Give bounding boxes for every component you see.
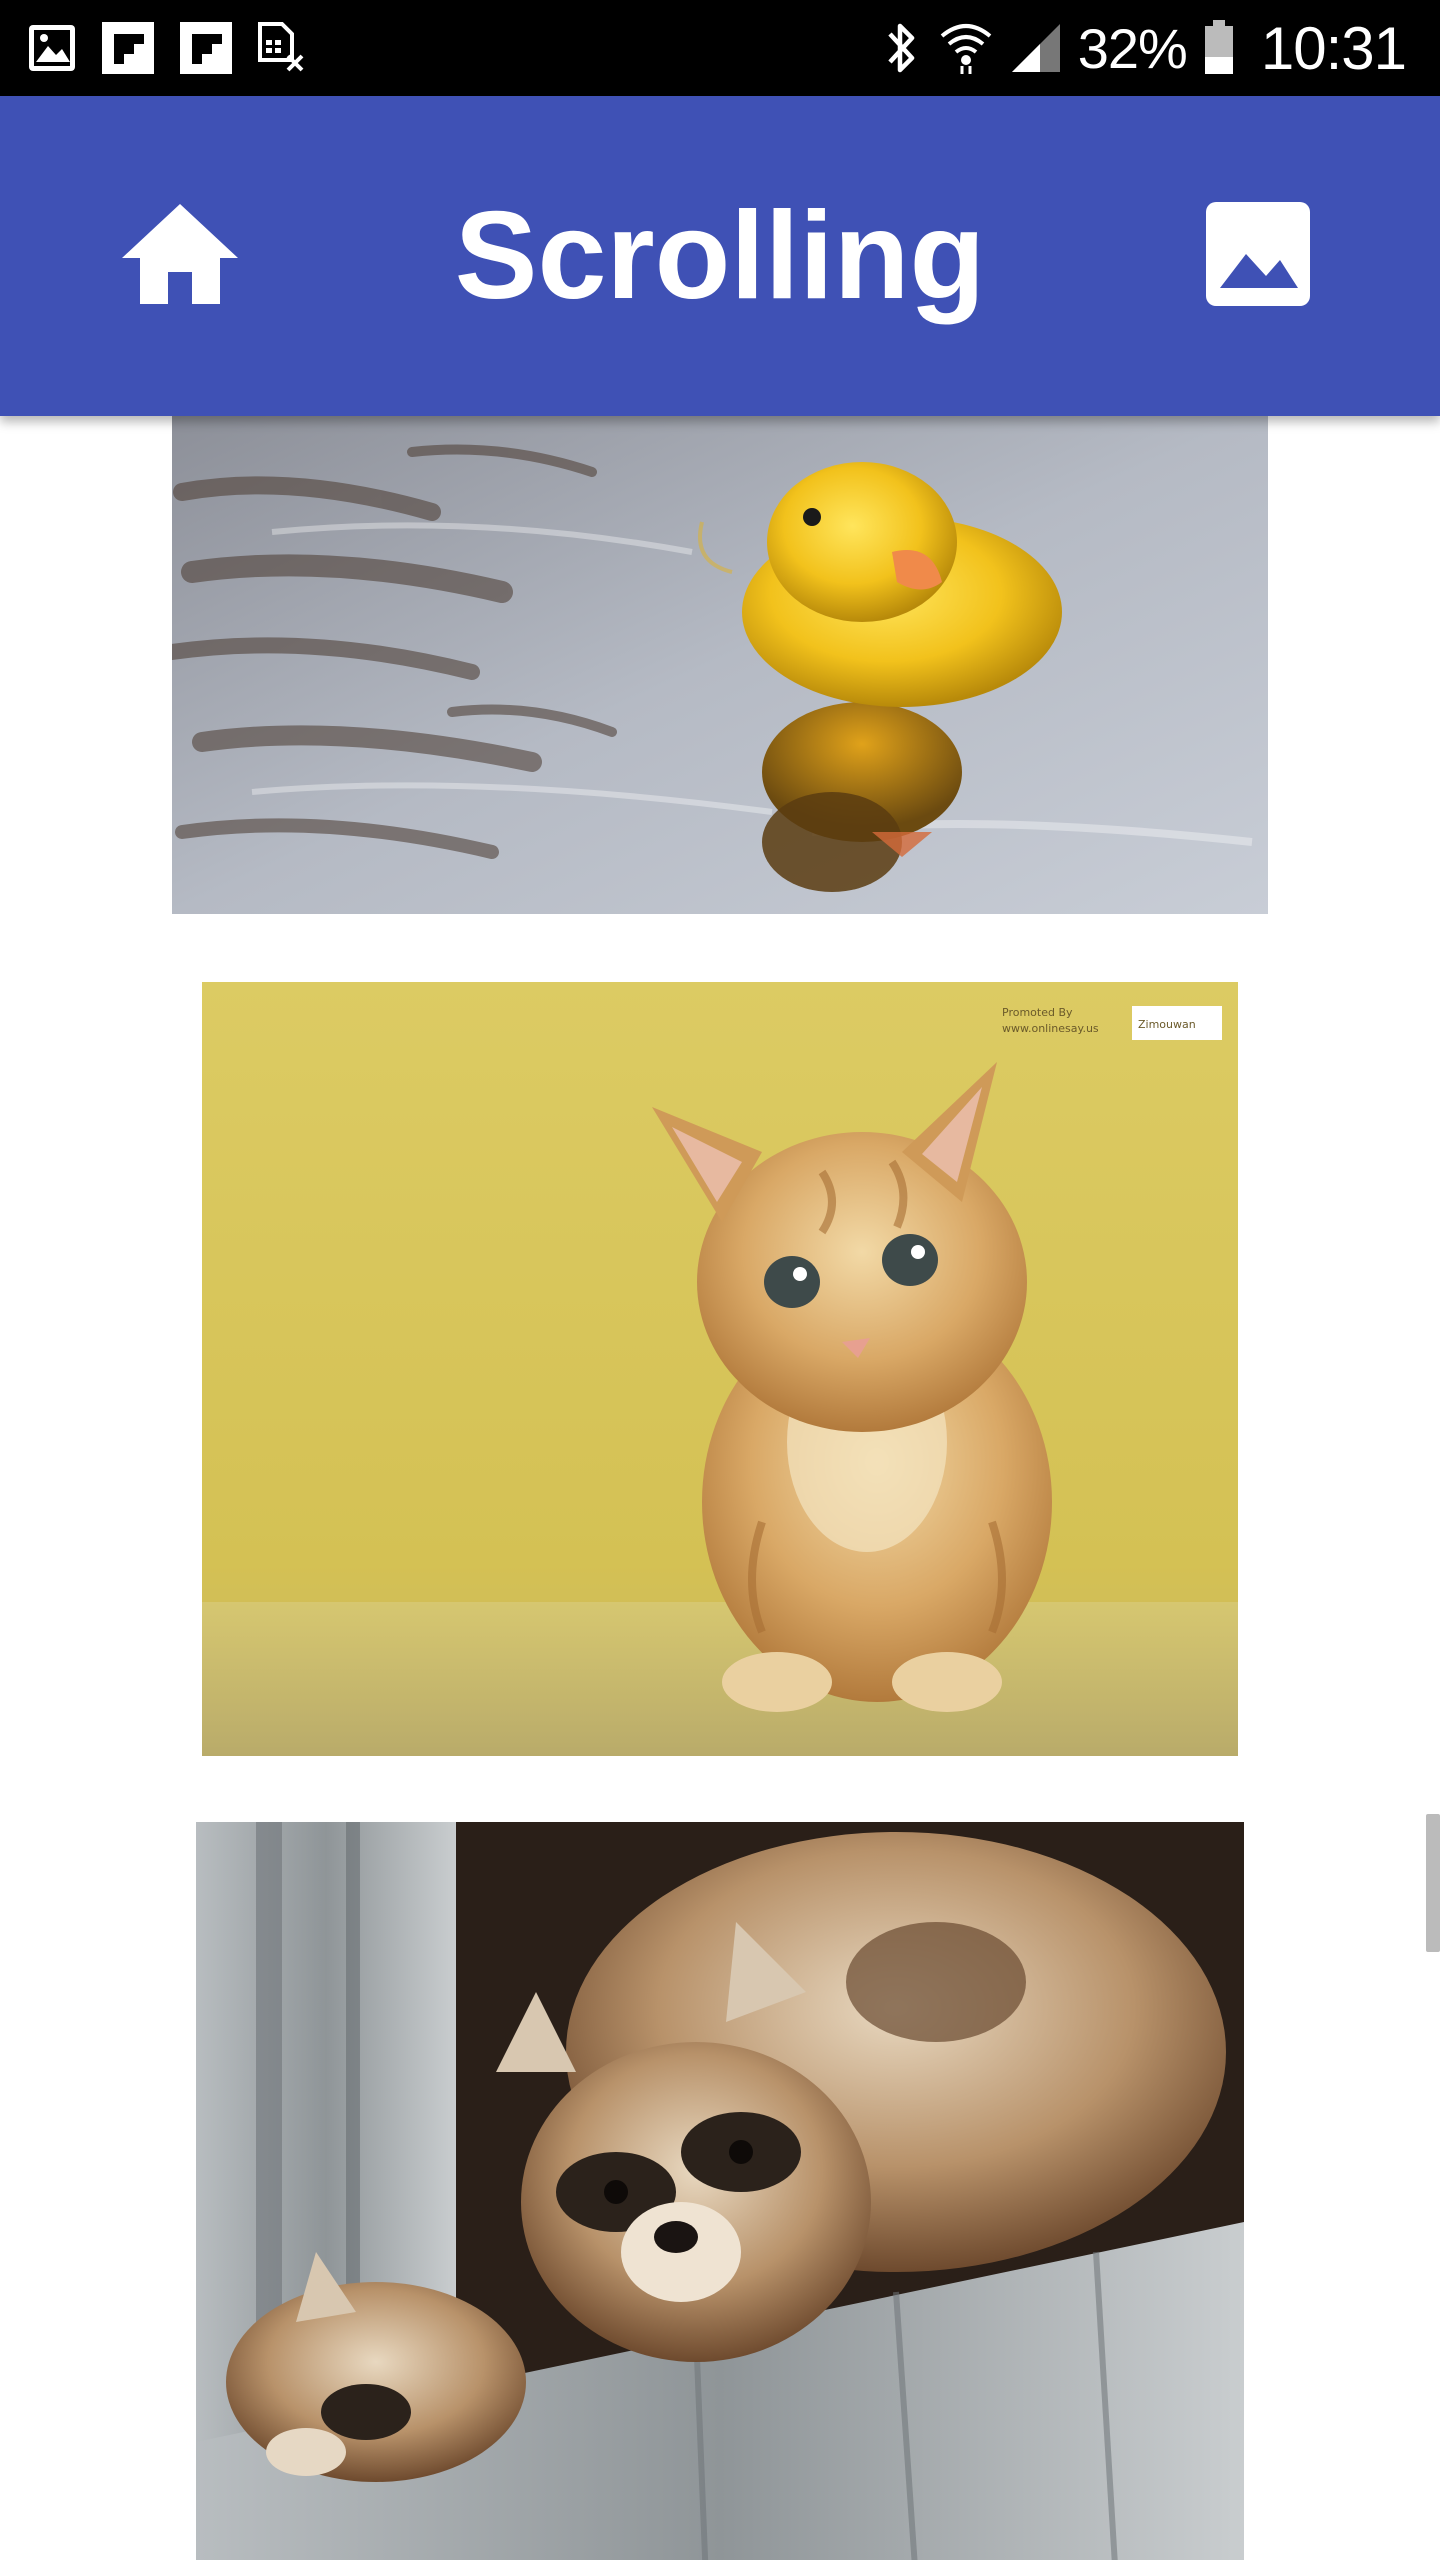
scroll-content[interactable]: Promoted By www.onlinesay.us Zimouwan	[0, 416, 1440, 2560]
image-button[interactable]	[1180, 196, 1336, 316]
status-bar: 32% 10:31	[0, 0, 1440, 96]
home-button[interactable]	[110, 196, 250, 316]
wifi-icon	[938, 20, 994, 76]
clock: 10:31	[1260, 14, 1407, 82]
raccoons-photo	[196, 1822, 1244, 2560]
battery-percent: 32%	[1077, 16, 1188, 80]
bluetooth-icon	[882, 18, 922, 78]
home-icon	[120, 202, 240, 311]
app-bar: Scrolling	[0, 96, 1440, 416]
watermark-line-2: www.onlinesay.us	[1002, 1022, 1099, 1035]
cellular-signal-icon	[1010, 22, 1062, 74]
battery-icon	[1203, 20, 1235, 76]
system-icons: 32% 10:31	[882, 0, 1407, 96]
scrollbar-thumb[interactable]	[1426, 1814, 1440, 1952]
watermark-line-1: Promoted By	[1002, 1006, 1073, 1019]
kitten-photo: Promoted By www.onlinesay.us Zimouwan	[202, 982, 1238, 1756]
image-icon	[1204, 200, 1312, 313]
duckling-photo	[172, 416, 1268, 914]
watermark-logo: Zimouwan	[1138, 1018, 1196, 1031]
flipboard-icon	[100, 20, 156, 76]
notification-icons	[26, 20, 306, 76]
flipboard-icon	[178, 20, 234, 76]
gallery-icon	[26, 22, 78, 74]
screen: 32% 10:31 Scrolling Promoted By www.onli…	[0, 0, 1440, 2560]
sim-card-off-icon	[256, 22, 306, 74]
